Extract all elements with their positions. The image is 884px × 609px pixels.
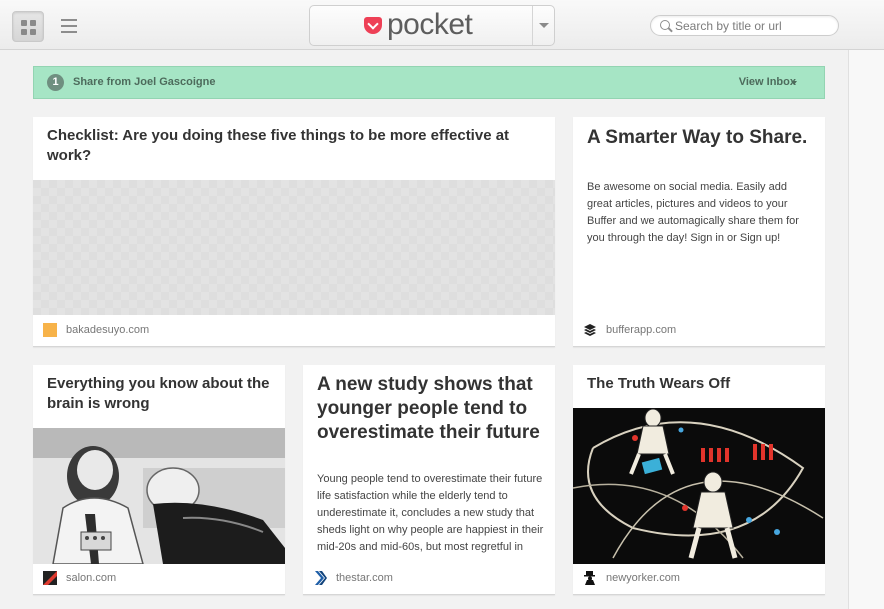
view-inbox-link[interactable]: View Inbox [739,76,796,88]
thestar-chevron-icon [313,571,327,585]
article-thumbnail[interactable] [573,408,825,564]
search-input[interactable] [675,18,835,34]
article-thumbnail[interactable] [33,180,555,315]
list-view-button[interactable] [57,14,81,38]
pocket-logo-menu[interactable]: pocket [309,5,555,46]
share-banner: 1 Share from Joel Gascoigne View Inbox [33,66,825,99]
article-card[interactable]: A Smarter Way to Share. Be awesome on so… [573,117,825,347]
logo-text: pocket [387,8,473,41]
share-count-badge: 1 [47,74,64,91]
salon-icon [43,571,57,585]
top-toolbar: pocket [0,0,884,50]
article-title[interactable]: Everything you know about the brain is w… [47,374,275,414]
article-card[interactable]: The Truth Wears Off newyorker.com [573,365,825,595]
article-card[interactable]: A new study shows that younger people te… [303,365,555,595]
article-title[interactable]: A Smarter Way to Share. [587,126,817,150]
article-source[interactable]: salon.com [66,572,116,584]
pocket-icon [364,17,382,34]
grid-view-button[interactable] [12,11,44,42]
article-card[interactable]: Everything you know about the brain is w… [33,365,285,595]
list-icon [61,19,77,21]
article-source[interactable]: thestar.com [336,572,393,584]
grid-icon [21,20,27,26]
article-card[interactable]: Checklist: Are you doing these five thin… [33,117,555,347]
logo-dropdown-button[interactable] [532,6,554,45]
article-title[interactable]: The Truth Wears Off [587,374,815,394]
article-thumbnail[interactable] [33,428,285,564]
newyorker-dandy-icon [583,571,597,585]
search-icon [660,20,670,30]
article-source[interactable]: bufferapp.com [606,324,676,336]
article-source[interactable]: bakadesuyo.com [66,324,149,336]
bakadesuyo-favicon-icon [43,323,57,337]
article-title[interactable]: Checklist: Are you doing these five thin… [47,126,527,166]
buffer-stack-icon [583,323,597,337]
article-excerpt: Young people tend to overestimate their … [317,473,544,553]
share-banner-text: Share from Joel Gascoigne [73,76,216,88]
pocket-logo[interactable]: pocket [310,6,532,45]
scrollbar-track[interactable] [848,50,884,609]
search-box [650,15,839,36]
caret-down-icon [791,81,797,85]
article-source[interactable]: newyorker.com [606,572,680,584]
article-title[interactable]: A new study shows that younger people te… [317,373,547,445]
article-excerpt: Be awesome on social media. Easily add g… [587,181,799,244]
